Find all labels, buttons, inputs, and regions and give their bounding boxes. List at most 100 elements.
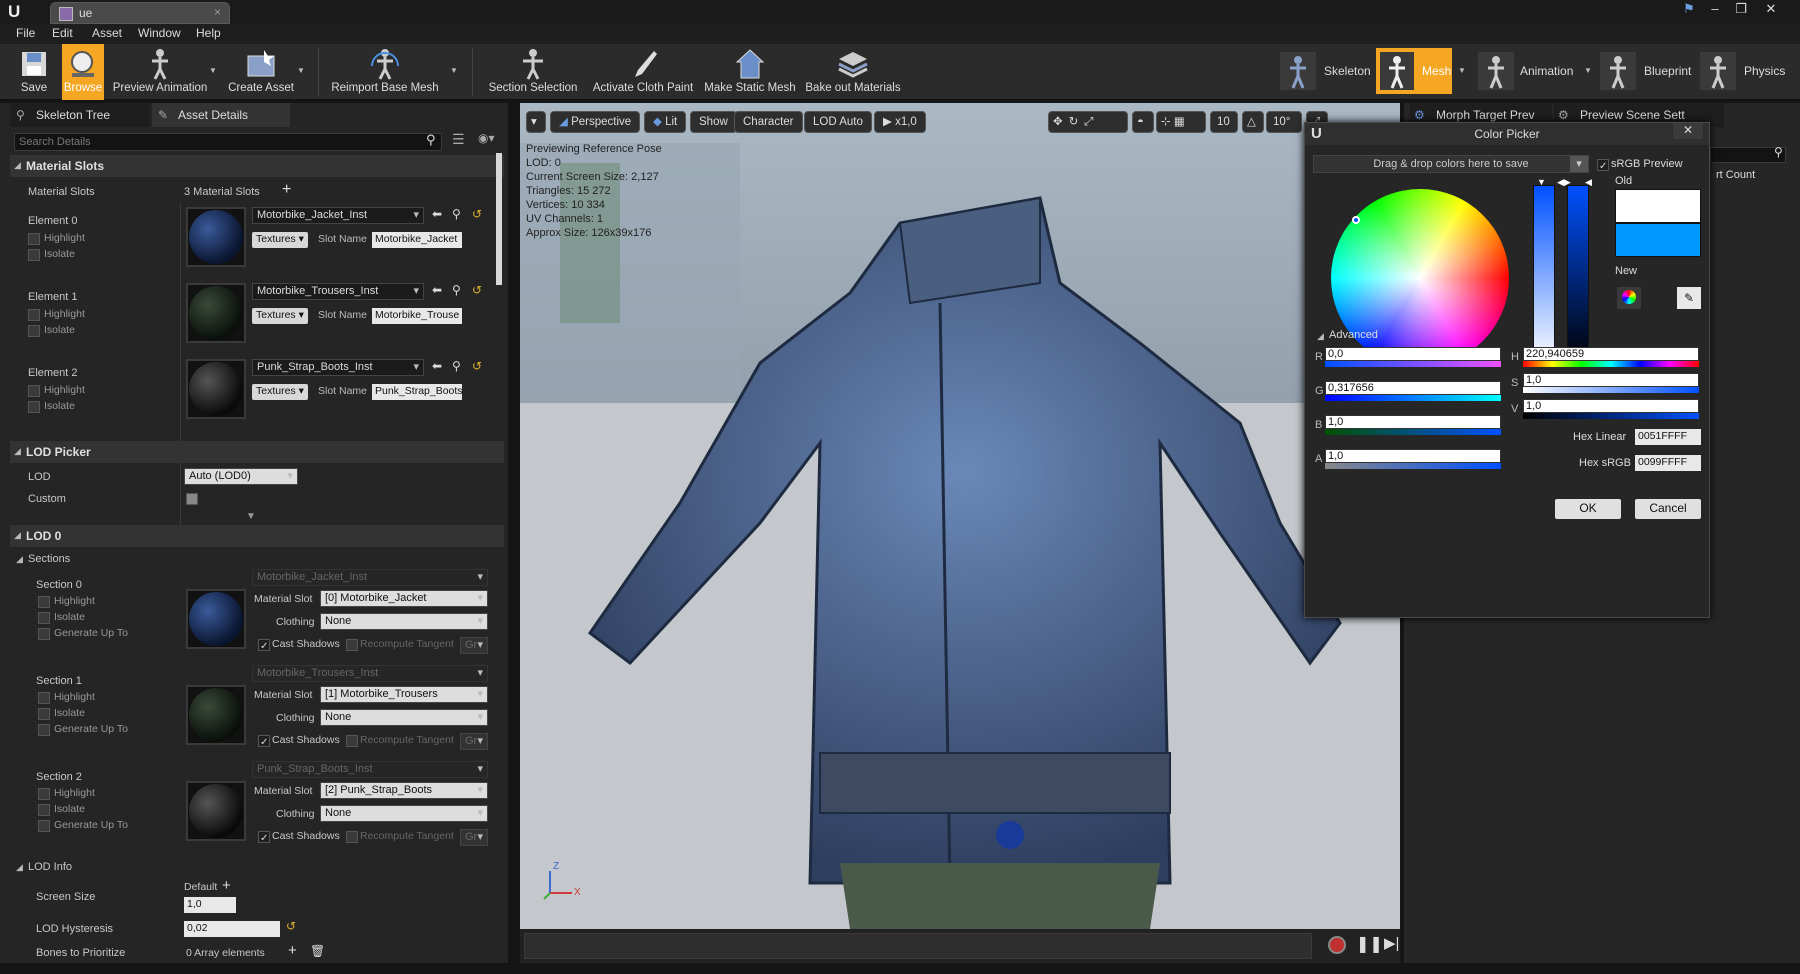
step-forward-icon[interactable]: ▶| xyxy=(1384,934,1399,952)
highlight-checkbox[interactable] xyxy=(28,309,40,324)
lod-info-collapse-icon[interactable]: ◢ xyxy=(16,862,23,873)
hue-slider[interactable]: 220,940659 xyxy=(1523,347,1699,369)
reimport-dropdown-icon[interactable]: ▼ xyxy=(450,66,458,75)
value-value[interactable]: 1,0 xyxy=(1523,399,1699,413)
slot-name-input[interactable]: Motorbike_Jacket xyxy=(372,232,462,248)
saturation-handle-arrows[interactable]: ◀▶ xyxy=(1557,177,1571,188)
cast-shadows-checkbox[interactable] xyxy=(258,831,270,846)
lod0-category[interactable]: LOD 0 xyxy=(10,525,504,547)
ok-button[interactable]: OK xyxy=(1555,499,1621,519)
textures-button[interactable]: Textures ▾ xyxy=(252,384,308,400)
create-asset-dropdown-icon[interactable]: ▼ xyxy=(297,66,305,75)
show-button[interactable]: Show xyxy=(690,111,737,133)
color-wheel-mode-icon[interactable] xyxy=(1617,287,1641,309)
preview-animation-button[interactable]: Preview Animation xyxy=(112,44,208,100)
recompute-tangent-checkbox[interactable] xyxy=(346,735,358,750)
animation-mode-label[interactable]: Animation xyxy=(1520,64,1573,78)
blue-slider[interactable]: 1,0 xyxy=(1325,415,1501,437)
browse-asset-icon[interactable]: ⚲ xyxy=(452,283,461,297)
material-thumbnail[interactable] xyxy=(186,283,246,343)
physics-mode-label[interactable]: Physics xyxy=(1744,64,1785,78)
red-value[interactable]: 0,0 xyxy=(1325,347,1501,361)
material-dropdown[interactable]: Punk_Strap_Boots_Inst xyxy=(252,359,424,376)
close-dialog-icon[interactable]: ✕ xyxy=(1673,123,1703,139)
browse-asset-icon[interactable]: ⚲ xyxy=(452,359,461,373)
reset-icon[interactable]: ↺ xyxy=(472,207,482,221)
timeline-track[interactable] xyxy=(524,933,1312,959)
advanced-collapse-icon[interactable]: ◢ xyxy=(1317,331,1324,342)
reset-icon[interactable]: ↺ xyxy=(472,283,482,297)
saturation-handle[interactable]: ▼ xyxy=(1537,177,1546,187)
textures-button[interactable]: Textures ▾ xyxy=(252,308,308,324)
hex-srgb-input[interactable]: 0099FFFF xyxy=(1635,455,1701,471)
value-value-slider[interactable]: 1,0 xyxy=(1523,399,1699,421)
blueprint-mode-icon[interactable] xyxy=(1598,50,1638,92)
saturation-value[interactable]: 1,0 xyxy=(1523,373,1699,387)
expand-more-icon[interactable]: ▼ xyxy=(246,511,256,522)
lod-auto-button[interactable]: LOD Auto xyxy=(804,111,872,133)
hue-value[interactable]: 220,940659 xyxy=(1523,347,1699,361)
minimize-icon[interactable]: – xyxy=(1704,2,1726,18)
rotation-snap-icon[interactable]: △ xyxy=(1242,111,1264,133)
view-options-icon[interactable]: ☰ xyxy=(452,131,465,148)
section-material-thumbnail[interactable] xyxy=(186,685,246,745)
cancel-button[interactable]: Cancel xyxy=(1635,499,1701,519)
animation-mode-icon[interactable] xyxy=(1476,50,1516,92)
lod-picker-category[interactable]: LOD Picker xyxy=(10,441,504,463)
close-tab-icon[interactable]: × xyxy=(214,5,221,19)
isolate-checkbox[interactable] xyxy=(38,612,50,627)
red-slider[interactable]: 0,0 xyxy=(1325,347,1501,369)
make-static-mesh-button[interactable]: Make Static Mesh xyxy=(704,44,796,100)
theme-dropdown-icon[interactable]: ▾ xyxy=(1570,156,1588,172)
section-material-thumbnail[interactable] xyxy=(186,781,246,841)
add-screen-size-icon[interactable]: + xyxy=(222,877,231,894)
color-wheel-cursor[interactable] xyxy=(1352,216,1360,224)
srgb-preview-checkbox[interactable] xyxy=(1597,159,1609,174)
alpha-value[interactable]: 1,0 xyxy=(1325,449,1501,463)
visibility-eye-icon[interactable]: ◉▾ xyxy=(478,131,495,145)
character-button[interactable]: Character xyxy=(734,111,803,133)
eyedropper-icon[interactable]: ✎ xyxy=(1677,287,1701,309)
generate-checkbox[interactable] xyxy=(38,724,50,739)
green-slider[interactable]: 0,317656 xyxy=(1325,381,1501,403)
use-selected-arrow-icon[interactable]: ⬅ xyxy=(432,359,442,373)
color-theme-drop-zone[interactable]: Drag & drop colors here to save ▾ xyxy=(1313,155,1589,173)
material-dropdown[interactable]: Motorbike_Jacket_Inst xyxy=(252,207,424,224)
section-selection-button[interactable]: Section Selection xyxy=(488,44,578,100)
material-slot-dropdown[interactable]: [0] Motorbike_Jacket xyxy=(320,590,488,607)
reset-hysteresis-icon[interactable]: ↺ xyxy=(286,919,296,933)
recompute-tangent-checkbox[interactable] xyxy=(346,639,358,654)
blueprint-mode-label[interactable]: Blueprint xyxy=(1644,64,1691,78)
reimport-base-mesh-button[interactable]: Reimport Base Mesh xyxy=(330,44,440,100)
collapse-arrow-icon[interactable]: ◢ xyxy=(14,160,21,171)
tab-skeleton-tree[interactable]: ⚲ Skeleton Tree xyxy=(10,103,150,127)
isolate-checkbox[interactable] xyxy=(38,804,50,819)
use-selected-arrow-icon[interactable]: ⬅ xyxy=(432,207,442,221)
feedback-icon[interactable]: ⚑ xyxy=(1678,2,1700,18)
activate-cloth-paint-button[interactable]: Activate Cloth Paint xyxy=(590,44,696,100)
playback-speed-button[interactable]: ▶ x1,0 xyxy=(874,111,926,133)
animation-mode-dropdown-icon[interactable]: ▼ xyxy=(1584,66,1592,75)
highlight-checkbox[interactable] xyxy=(38,692,50,707)
lit-button[interactable]: ◆ Lit xyxy=(644,111,687,133)
browse-asset-icon[interactable]: ⚲ xyxy=(452,207,461,221)
isolate-checkbox[interactable] xyxy=(28,325,40,340)
highlight-checkbox[interactable] xyxy=(38,596,50,611)
saturation-value-slider[interactable]: 1,0 xyxy=(1523,373,1699,395)
menu-window[interactable]: Window xyxy=(138,26,181,40)
perspective-button[interactable]: ◢ Perspective xyxy=(550,111,641,133)
grid-size-value[interactable]: 10 xyxy=(1210,111,1238,133)
reset-icon[interactable]: ↺ xyxy=(472,359,482,373)
menu-asset[interactable]: Asset xyxy=(92,26,122,40)
alpha-slider[interactable]: 1,0 xyxy=(1325,449,1501,471)
material-slot-dropdown[interactable]: [2] Punk_Strap_Boots xyxy=(320,782,488,799)
cast-shadows-checkbox[interactable] xyxy=(258,639,270,654)
search-input[interactable]: Search Details xyxy=(14,133,442,151)
saturation-slider[interactable] xyxy=(1533,185,1555,365)
transform-tools[interactable]: ✥↻⤢ xyxy=(1048,111,1128,133)
clothing-dropdown[interactable]: None xyxy=(320,709,488,726)
mesh-mode-dropdown-icon[interactable]: ▼ xyxy=(1458,66,1466,75)
highlight-checkbox[interactable] xyxy=(38,788,50,803)
rotation-snap-value[interactable]: 10° xyxy=(1266,111,1302,133)
create-asset-button[interactable]: Create Asset xyxy=(226,44,296,100)
